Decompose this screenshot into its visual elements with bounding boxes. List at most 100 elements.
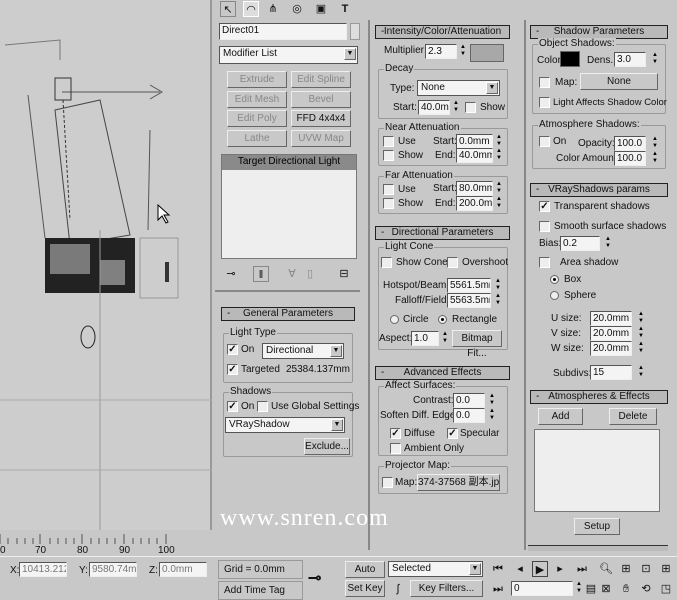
- spinner-icon[interactable]: ▲ ▼: [651, 151, 659, 166]
- projector-map-checkbox[interactable]: [382, 477, 393, 488]
- atmospheres-effects-rollout[interactable]: - Atmospheres & Effects: [530, 390, 668, 404]
- zoom-extents-icon[interactable]: ⊡: [638, 561, 654, 577]
- pin-stack-icon[interactable]: ⊸: [223, 266, 239, 282]
- spinner-icon[interactable]: ▲ ▼: [604, 236, 612, 251]
- spinner-icon[interactable]: ▲ ▼: [495, 148, 503, 163]
- area-shadow-checkbox[interactable]: [539, 257, 550, 268]
- spinner-icon[interactable]: ▲ ▼: [494, 278, 502, 293]
- intensity-rollout[interactable]: - Intensity/Color/Attenuation: [375, 25, 510, 39]
- sphere-radio[interactable]: [550, 291, 559, 300]
- contrast-input[interactable]: 0.0: [453, 393, 485, 408]
- spinner-icon[interactable]: ▲ ▼: [637, 341, 645, 356]
- modifier-stack[interactable]: Target Directional Light: [221, 154, 357, 259]
- smooth-surface-checkbox[interactable]: [539, 221, 550, 232]
- projector-map-button[interactable]: 374-37568 副本.jpg): [417, 474, 500, 491]
- directional-parameters-rollout[interactable]: - Directional Parameters: [375, 226, 510, 240]
- near-use-checkbox[interactable]: [383, 136, 394, 147]
- spinner-icon[interactable]: ▲ ▼: [651, 52, 659, 67]
- spinner-icon[interactable]: ▲ ▼: [637, 311, 645, 326]
- far-end-input[interactable]: 200.0mr: [456, 196, 493, 211]
- shadow-color-swatch[interactable]: [560, 51, 580, 67]
- spinner-icon[interactable]: ▲ ▼: [494, 293, 502, 308]
- set-key-button[interactable]: Set Key: [345, 580, 385, 597]
- shadow-parameters-rollout[interactable]: - Shadow Parameters: [530, 25, 668, 39]
- advanced-effects-rollout[interactable]: - Advanced Effects: [375, 366, 510, 380]
- vray-shadows-rollout[interactable]: - VRayShadows params: [530, 183, 668, 197]
- w-size-input[interactable]: 20.0mm: [590, 341, 632, 356]
- show-cone-checkbox[interactable]: [381, 257, 392, 268]
- general-parameters-rollout[interactable]: - General Parameters: [221, 307, 355, 321]
- key-tangent-icon[interactable]: ∫: [390, 581, 406, 597]
- spinner-icon[interactable]: ▲ ▼: [488, 393, 496, 408]
- shadow-map-button[interactable]: None: [580, 73, 658, 90]
- viewport-front[interactable]: [0, 0, 212, 530]
- time-config-icon[interactable]: ▤: [583, 581, 599, 597]
- falloff-input[interactable]: 5563.5mr: [447, 293, 491, 308]
- show-end-result-icon[interactable]: ‖: [253, 266, 269, 282]
- key-mode-dropdown[interactable]: Selected ▼: [388, 561, 483, 577]
- spinner-icon[interactable]: ▲ ▼: [637, 326, 645, 341]
- edit-poly-button[interactable]: Edit Poly: [227, 110, 287, 127]
- near-start-input[interactable]: 0.0mm: [456, 134, 493, 149]
- spinner-icon[interactable]: ▲ ▼: [495, 181, 503, 196]
- spinner-icon[interactable]: ▲ ▼: [452, 100, 460, 115]
- zoom-extents-all-icon[interactable]: ⊞: [658, 561, 674, 577]
- spinner-icon[interactable]: ▲ ▼: [495, 196, 503, 211]
- spinner-icon[interactable]: ▲ ▼: [575, 581, 583, 596]
- light-type-dropdown[interactable]: Directional ▼: [262, 343, 344, 359]
- setup-button[interactable]: Setup: [574, 518, 620, 535]
- create-tab-icon[interactable]: ↖: [220, 1, 236, 17]
- use-global-settings-checkbox[interactable]: [257, 401, 268, 412]
- delete-button[interactable]: Delete: [609, 408, 657, 425]
- make-unique-icon[interactable]: ∀: [284, 266, 300, 282]
- shadows-on-checkbox[interactable]: ✓: [227, 401, 238, 412]
- dens-input[interactable]: 3.0: [614, 52, 646, 67]
- shadow-type-dropdown[interactable]: VRayShadow ▼: [225, 417, 345, 433]
- current-frame-input[interactable]: 0: [511, 581, 573, 596]
- decay-type-dropdown[interactable]: None ▼: [417, 80, 500, 96]
- bitmap-fit-button[interactable]: Bitmap Fit...: [452, 330, 502, 359]
- object-name-input[interactable]: Direct01: [219, 23, 347, 40]
- add-button[interactable]: Add: [538, 408, 583, 425]
- stack-item[interactable]: Target Directional Light: [222, 155, 356, 170]
- transparent-shadows-checkbox[interactable]: ✓: [539, 201, 550, 212]
- spinner-icon[interactable]: ▲ ▼: [637, 365, 645, 380]
- near-end-input[interactable]: 40.0mm: [456, 148, 493, 163]
- overshoot-checkbox[interactable]: [447, 257, 458, 268]
- targeted-checkbox[interactable]: ✓: [227, 364, 238, 375]
- key-icon[interactable]: ⊸: [308, 568, 321, 588]
- play-icon[interactable]: ▶: [532, 561, 548, 577]
- spinner-icon[interactable]: ▲ ▼: [459, 44, 467, 59]
- aspect-input[interactable]: 1.0: [411, 331, 439, 346]
- diffuse-checkbox[interactable]: ✓: [390, 428, 401, 439]
- key-filters-button[interactable]: Key Filters...: [410, 580, 483, 597]
- u-size-input[interactable]: 20.0mm: [590, 311, 632, 326]
- zoom-all-icon[interactable]: ⊞: [618, 561, 634, 577]
- multiplier-input[interactable]: 2.3: [425, 44, 457, 59]
- modify-tab-icon[interactable]: ◠: [243, 1, 259, 17]
- lathe-button[interactable]: Lathe: [227, 130, 287, 147]
- light-color-swatch[interactable]: [470, 44, 504, 62]
- far-show-checkbox[interactable]: [383, 198, 394, 209]
- circle-radio[interactable]: [390, 315, 399, 324]
- object-color-swatch[interactable]: [350, 23, 360, 40]
- utilities-tab-icon[interactable]: T: [337, 1, 353, 17]
- far-start-input[interactable]: 80.0mm: [456, 181, 493, 196]
- configure-sets-icon[interactable]: ⊟: [336, 266, 352, 282]
- remove-modifier-icon[interactable]: ▯: [302, 266, 318, 282]
- bias-input[interactable]: 0.2: [560, 236, 600, 251]
- edit-mesh-button[interactable]: Edit Mesh: [227, 91, 287, 108]
- extrude-button[interactable]: Extrude: [227, 71, 287, 88]
- go-to-start-icon[interactable]: ⏮: [490, 561, 506, 577]
- next-frame-icon[interactable]: ▸: [552, 561, 568, 577]
- region-zoom-icon[interactable]: ⊠: [598, 581, 614, 597]
- maximize-viewport-icon[interactable]: ◳: [658, 581, 674, 597]
- spinner-icon[interactable]: ▲ ▼: [488, 408, 496, 423]
- effects-list[interactable]: [534, 429, 660, 512]
- color-amount-input[interactable]: 100.0: [614, 151, 646, 166]
- z-coordinate-input[interactable]: 0.0mm: [159, 562, 207, 577]
- uvw-map-button[interactable]: UVW Map: [291, 130, 351, 147]
- opacity-input[interactable]: 100.0: [614, 136, 646, 151]
- arc-rotate-icon[interactable]: ⟲: [638, 581, 654, 597]
- pan-icon[interactable]: ✋︎: [618, 581, 634, 597]
